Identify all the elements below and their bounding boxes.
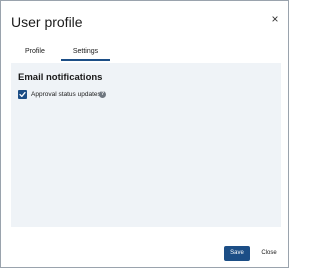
dialog-title: User profile xyxy=(11,14,83,30)
settings-panel: Email notifications Approval status upda… xyxy=(11,63,281,227)
help-icon[interactable]: ? xyxy=(99,91,106,98)
user-profile-dialog: User profile × Profile Settings Email no… xyxy=(0,0,289,268)
save-button[interactable]: Save xyxy=(224,246,250,261)
close-button[interactable]: Close xyxy=(258,246,280,261)
tab-settings[interactable]: Settings xyxy=(59,44,112,61)
approval-status-checkbox[interactable] xyxy=(18,90,27,99)
tab-bar: Profile Settings xyxy=(11,44,281,61)
checkmark-icon xyxy=(19,91,26,98)
section-title: Email notifications xyxy=(18,72,103,83)
close-icon[interactable]: × xyxy=(269,13,281,25)
tab-profile[interactable]: Profile xyxy=(11,44,59,60)
approval-status-label: Approval status updates xyxy=(31,91,101,98)
